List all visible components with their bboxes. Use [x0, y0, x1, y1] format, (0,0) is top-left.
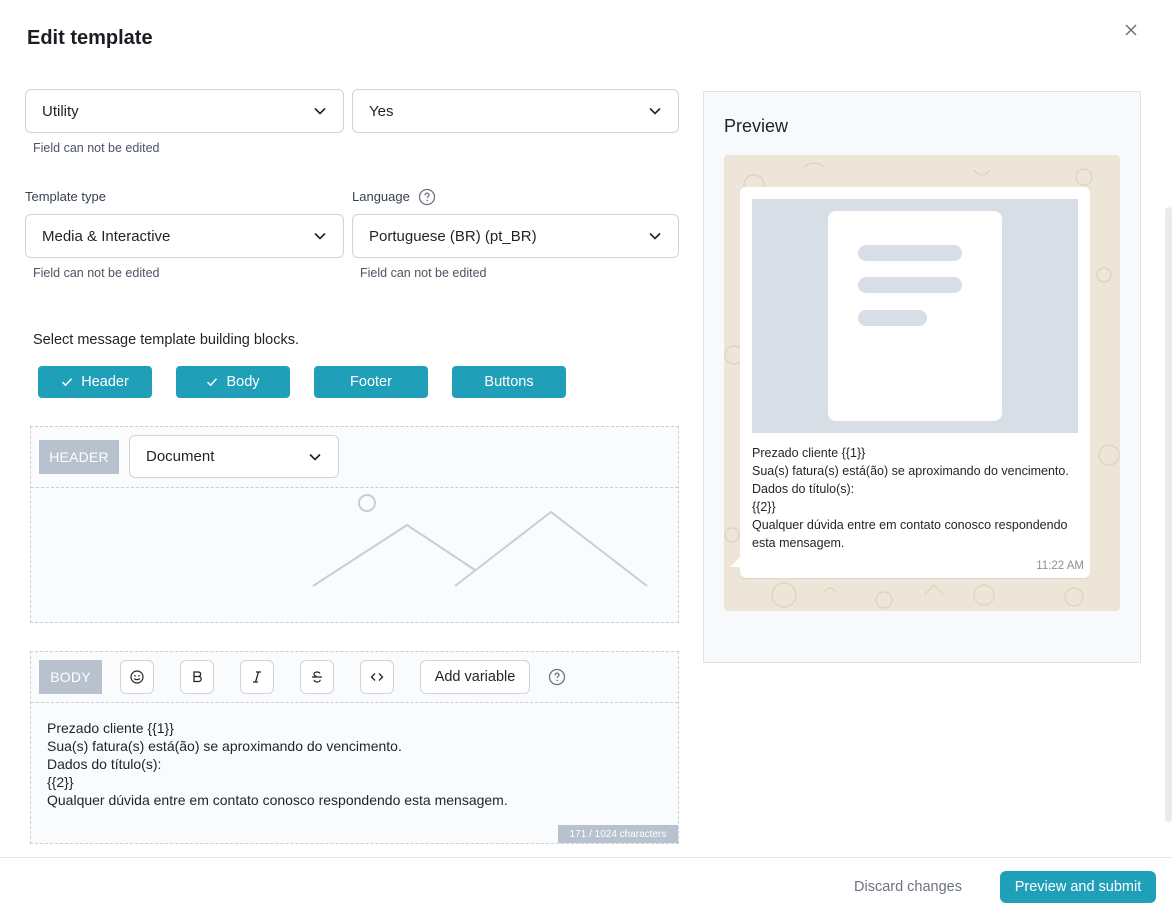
bold-icon — [193, 671, 202, 683]
italic-icon — [253, 671, 261, 683]
preview-and-submit-button[interactable]: Preview and submit — [1000, 871, 1156, 903]
header-media-value: Document — [146, 448, 215, 465]
emoji-button[interactable] — [120, 660, 154, 694]
modal-title: Edit template — [27, 27, 153, 49]
category-value: Utility — [42, 102, 79, 120]
chevron-down-icon — [648, 104, 662, 118]
preview-line: Sua(s) fatura(s) está(ão) se aproximando… — [752, 464, 1069, 478]
language-label: Language — [352, 189, 410, 204]
help-icon[interactable] — [418, 188, 436, 206]
blocks-title: Select message template building blocks. — [33, 332, 299, 348]
language-select[interactable]: Portuguese (BR) (pt_BR) — [352, 214, 679, 258]
preview-line: Qualquer dúvida entre em contato conosco… — [752, 518, 1068, 550]
body-tag: BODY — [39, 660, 102, 694]
block-body-label: Body — [226, 374, 260, 390]
modal-footer: Discard changes Preview and submit — [0, 857, 1172, 910]
header-media-select[interactable]: Document — [129, 435, 339, 478]
block-footer-button[interactable]: Footer — [314, 366, 428, 398]
discard-changes-button[interactable]: Discard changes — [840, 871, 976, 903]
category-hint: Field can not be edited — [33, 141, 160, 155]
template-type-hint: Field can not be edited — [33, 266, 160, 280]
header-tag: HEADER — [39, 440, 119, 474]
code-button[interactable] — [360, 660, 394, 694]
close-icon — [1125, 24, 1137, 36]
chevron-down-icon — [313, 104, 327, 118]
block-header-label: Header — [81, 374, 129, 390]
chevron-down-icon — [648, 229, 662, 243]
template-type-label: Template type — [25, 189, 106, 204]
template-type-select[interactable]: Media & Interactive — [25, 214, 344, 258]
char-count: 171 / 1024 characters — [558, 825, 678, 843]
scrollbar[interactable] — [1165, 207, 1172, 822]
preview-panel: Preview Prezado cliente {{1}} Sua(s) fat… — [703, 91, 1141, 663]
body-line: Dados do título(s): — [47, 756, 162, 772]
block-buttons-label: Buttons — [484, 374, 534, 390]
preview-title: Preview — [724, 116, 789, 136]
document-preview — [752, 199, 1078, 433]
header-section-toolbar: HEADER Document — [31, 427, 678, 488]
category-select[interactable]: Utility — [25, 89, 344, 133]
strikethrough-icon — [312, 671, 322, 683]
body-line: Prezado cliente {{1}} — [47, 720, 174, 736]
language-hint: Field can not be edited — [360, 266, 487, 280]
block-footer-label: Footer — [350, 374, 392, 390]
allow-change-value: Yes — [369, 102, 394, 120]
close-button[interactable] — [1121, 20, 1141, 40]
header-section: HEADER Document — [30, 426, 679, 623]
code-icon — [370, 673, 384, 681]
chevron-down-icon — [313, 229, 327, 243]
message-bubble: Prezado cliente {{1}} Sua(s) fatura(s) e… — [740, 187, 1090, 578]
body-section: BODY Add variable Prezado cliente {{1}} … — [30, 651, 679, 844]
allow-change-select[interactable]: Yes — [352, 89, 679, 133]
body-line: Sua(s) fatura(s) está(ão) se aproximando… — [47, 738, 402, 754]
chevron-down-icon — [308, 450, 322, 464]
bold-button[interactable] — [180, 660, 214, 694]
check-icon — [62, 378, 73, 387]
preview-line: Prezado cliente {{1}} — [752, 446, 866, 460]
template-type-value: Media & Interactive — [42, 227, 171, 245]
body-line: Qualquer dúvida entre em contato conosco… — [47, 792, 508, 808]
language-value: Portuguese (BR) (pt_BR) — [369, 227, 537, 245]
help-icon[interactable] — [548, 668, 566, 686]
strikethrough-button[interactable] — [300, 660, 334, 694]
body-textarea[interactable]: Prezado cliente {{1}} Sua(s) fatura(s) e… — [47, 719, 508, 809]
check-icon — [207, 378, 218, 387]
italic-button[interactable] — [240, 660, 274, 694]
message-time: 11:22 AM — [1036, 560, 1084, 572]
preview-line: Dados do título(s): — [752, 482, 855, 496]
block-buttons-button[interactable]: Buttons — [452, 366, 566, 398]
emoji-icon — [130, 670, 144, 684]
block-header-button[interactable]: Header — [38, 366, 152, 398]
document-icon — [828, 211, 1002, 421]
body-section-toolbar: BODY Add variable — [31, 652, 678, 703]
body-line: {{2}} — [47, 774, 74, 790]
add-variable-button[interactable]: Add variable — [420, 660, 530, 694]
preview-message-text: Prezado cliente {{1}} Sua(s) fatura(s) e… — [752, 444, 1082, 552]
block-body-button[interactable]: Body — [176, 366, 290, 398]
preview-line: {{2}} — [752, 500, 776, 514]
image-placeholder-icon[interactable] — [301, 489, 661, 589]
chat-background: Prezado cliente {{1}} Sua(s) fatura(s) e… — [724, 155, 1120, 611]
